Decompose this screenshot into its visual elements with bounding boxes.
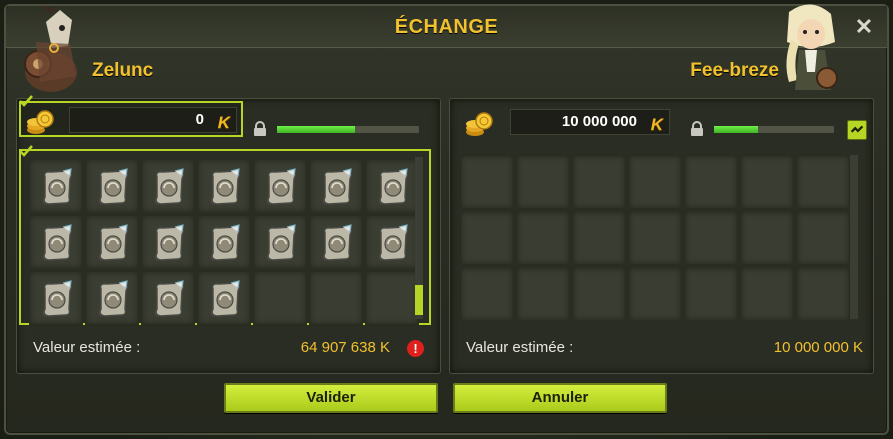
lock-icon — [691, 121, 703, 136]
left-scrollbar[interactable] — [415, 157, 423, 319]
inventory-slot-filled[interactable] — [85, 271, 139, 325]
left-estimate-row: Valeur estimée : 64 907 638 K ! — [17, 339, 440, 361]
right-scrollbar[interactable] — [850, 155, 858, 319]
exchange-window: ÉCHANGE ✕ Zelunc Fee-breze 0 K Valeur es… — [4, 4, 889, 435]
inventory-slot-empty[interactable] — [460, 267, 514, 321]
inventory-slot-filled[interactable] — [365, 215, 419, 269]
left-kamas-input[interactable]: 0 K — [69, 107, 237, 133]
inventory-slot-filled[interactable] — [29, 215, 83, 269]
left-kamas-value: 0 — [195, 111, 204, 128]
player-avatar-left — [24, 6, 77, 92]
right-exchange-panel: 10 000 000 K Valeur estimée : 10 000 000… — [449, 98, 874, 374]
close-button[interactable]: ✕ — [853, 16, 875, 38]
right-estimate-value: 10 000 000 K — [773, 339, 863, 356]
inventory-slot-filled[interactable] — [141, 159, 195, 213]
inventory-slot-filled[interactable] — [309, 215, 363, 269]
left-inventory-grid — [29, 159, 419, 325]
inventory-slot-filled[interactable] — [197, 215, 251, 269]
inventory-slot-empty[interactable] — [572, 267, 626, 321]
right-player-name: Fee-breze — [690, 60, 779, 81]
ready-icon — [847, 120, 867, 140]
left-estimate-value: 64 907 638 K — [300, 339, 390, 356]
right-inventory-grid — [460, 155, 850, 321]
validate-button[interactable]: Valider — [224, 383, 438, 413]
inventory-slot-filled[interactable] — [29, 271, 83, 325]
inventory-slot-empty[interactable] — [684, 211, 738, 265]
right-inventory-frame — [460, 155, 858, 323]
inventory-slot-filled[interactable] — [365, 159, 419, 213]
window-title: ÉCHANGE — [394, 16, 499, 38]
left-player-name: Zelunc — [92, 60, 154, 81]
left-progress-fill — [277, 126, 356, 133]
inventory-slot-filled[interactable] — [141, 271, 195, 325]
inventory-slot-empty[interactable] — [684, 267, 738, 321]
kamas-icon: K — [217, 113, 230, 132]
cancel-button[interactable]: Annuler — [453, 383, 667, 413]
inventory-slot-empty[interactable] — [365, 271, 419, 325]
right-estimate-row: Valeur estimée : 10 000 000 K — [450, 339, 873, 361]
inventory-slot-filled[interactable] — [85, 159, 139, 213]
inventory-slot-empty[interactable] — [572, 211, 626, 265]
inventory-slot-filled[interactable] — [253, 215, 307, 269]
title-bar: ÉCHANGE ✕ — [6, 6, 887, 48]
inventory-slot-filled[interactable] — [85, 215, 139, 269]
lock-icon — [254, 121, 266, 136]
player-avatar-right — [786, 4, 838, 90]
inventory-slot-empty[interactable] — [516, 267, 570, 321]
inventory-slot-empty[interactable] — [253, 271, 307, 325]
inventory-slot-filled[interactable] — [29, 159, 83, 213]
inventory-slot-empty[interactable] — [628, 155, 682, 209]
coin-stack-icon — [466, 112, 493, 136]
right-kamas-value: 10 000 000 — [561, 113, 637, 130]
estimate-label: Valeur estimée : — [466, 339, 574, 356]
inventory-slot-empty[interactable] — [628, 267, 682, 321]
inventory-slot-filled[interactable] — [253, 159, 307, 213]
inventory-slot-filled[interactable] — [197, 159, 251, 213]
right-kamas-display: 10 000 000 K — [510, 109, 670, 135]
left-inventory-frame — [19, 145, 431, 325]
inventory-slot-filled[interactable] — [197, 271, 251, 325]
left-progress-bar — [277, 126, 419, 133]
left-scroll-thumb[interactable] — [415, 285, 423, 315]
left-kamas-box[interactable]: 0 K — [19, 95, 243, 137]
inventory-slot-empty[interactable] — [628, 211, 682, 265]
inventory-slot-empty[interactable] — [740, 211, 794, 265]
inventory-slot-empty[interactable] — [460, 155, 514, 209]
inventory-slot-empty[interactable] — [684, 155, 738, 209]
inventory-slot-empty[interactable] — [796, 267, 850, 321]
warning-icon[interactable]: ! — [407, 340, 424, 357]
inventory-slot-filled[interactable] — [309, 159, 363, 213]
inventory-slot-empty[interactable] — [309, 271, 363, 325]
inventory-slot-filled[interactable] — [141, 215, 195, 269]
inventory-slot-empty[interactable] — [460, 211, 514, 265]
left-exchange-panel: 0 K Valeur estimée: 64 907 638 K ! — [16, 95, 441, 374]
inventory-slot-empty[interactable] — [740, 155, 794, 209]
inventory-slot-empty[interactable] — [516, 211, 570, 265]
right-kamas-box: 10 000 000 K — [460, 105, 670, 141]
inventory-slot-empty[interactable] — [572, 155, 626, 209]
estimate-label: Valeur estimée : — [33, 339, 141, 356]
kamas-icon: K — [650, 115, 663, 134]
inventory-slot-empty[interactable] — [796, 155, 850, 209]
inventory-slot-empty[interactable] — [740, 267, 794, 321]
check-icon — [19, 145, 33, 157]
coin-stack-icon — [27, 110, 54, 134]
right-progress-bar — [714, 126, 834, 133]
inventory-slot-empty[interactable] — [796, 211, 850, 265]
inventory-slot-empty[interactable] — [516, 155, 570, 209]
right-progress-fill — [714, 126, 759, 133]
